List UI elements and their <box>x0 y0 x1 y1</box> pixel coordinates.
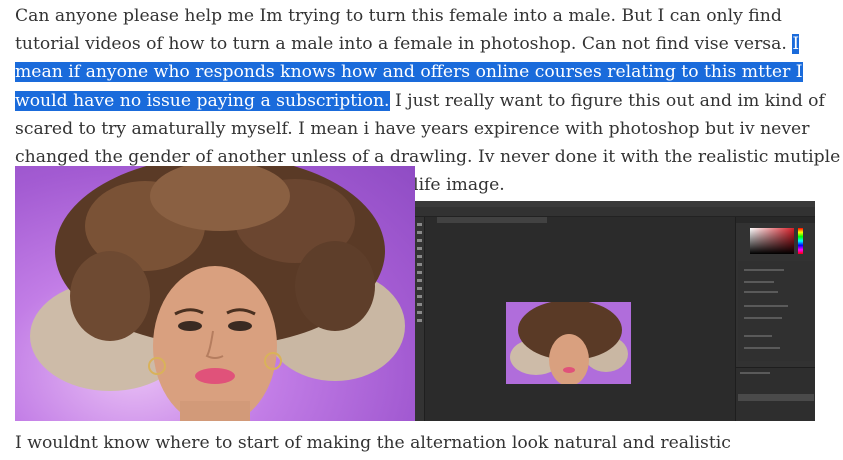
ps-document-tab <box>437 217 547 223</box>
stamp-tool-icon <box>417 271 422 274</box>
ps-canvas-portrait <box>506 302 631 384</box>
ps-layer-row <box>738 394 814 401</box>
hand-tool-icon <box>417 311 422 314</box>
ps-right-panel <box>735 217 815 421</box>
ps-panel-tabs <box>736 217 815 223</box>
ps-hue-slider <box>798 228 803 254</box>
forum-post: Can anyone please help me Im trying to t… <box>0 0 843 460</box>
ps-prop-line <box>744 335 772 337</box>
brush-tool-icon <box>417 263 422 266</box>
ps-color-picker <box>750 228 794 254</box>
gradient-tool-icon <box>417 287 422 290</box>
ps-toolbar <box>415 217 425 421</box>
left-eye <box>178 321 202 331</box>
lips <box>195 368 235 384</box>
marquee-tool-icon <box>417 231 422 234</box>
right-eye <box>228 321 252 331</box>
post-caption: I wouldnt know where to start of making … <box>15 433 731 453</box>
eyedropper-tool-icon <box>417 255 422 258</box>
ps-lips <box>563 367 575 373</box>
portrait-illustration <box>30 166 405 421</box>
eraser-tool-icon <box>417 279 422 282</box>
ps-prop-line <box>744 317 782 319</box>
ps-prop-line <box>744 305 788 307</box>
neck <box>180 401 250 421</box>
photoshop-screenshot[interactable] <box>415 201 815 421</box>
attached-images <box>15 166 815 421</box>
hair-curl-4 <box>70 251 150 341</box>
ps-face <box>549 334 589 384</box>
zoom-tool-icon <box>417 319 422 322</box>
ps-canvas-image <box>506 302 631 384</box>
type-tool-icon <box>417 303 422 306</box>
ps-layers-header <box>740 372 770 374</box>
ps-layers-panel <box>736 367 815 421</box>
ps-prop-line <box>744 281 774 283</box>
ps-prop-line <box>744 291 778 293</box>
lasso-tool-icon <box>417 239 422 242</box>
face <box>153 266 277 421</box>
portrait-photo[interactable] <box>15 166 415 421</box>
post-text-start: Can anyone please help me Im trying to t… <box>15 6 793 55</box>
move-tool-icon <box>417 223 422 226</box>
crop-tool-icon <box>417 247 422 250</box>
ps-prop-line <box>744 347 780 349</box>
ps-options-bar <box>415 207 815 217</box>
ps-properties-panel <box>738 261 814 361</box>
pen-tool-icon <box>417 295 422 298</box>
hair-curl-5 <box>295 241 375 331</box>
ps-prop-line <box>744 269 784 271</box>
